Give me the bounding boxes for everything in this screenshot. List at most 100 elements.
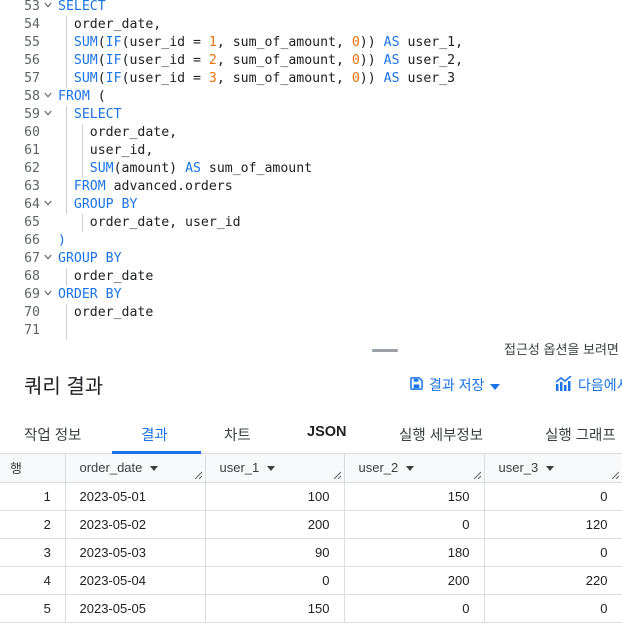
- code-line[interactable]: 70 order_date: [0, 304, 622, 322]
- chart-icon: [555, 375, 572, 394]
- table-cell[interactable]: 180: [344, 538, 485, 567]
- sql-number: 0: [351, 35, 360, 50]
- code-line[interactable]: 53 SELECT: [0, 0, 622, 16]
- column-resize-icon[interactable]: [611, 471, 619, 479]
- sql-keyword: SELECT: [73, 107, 122, 122]
- line-number: 71: [24, 323, 40, 338]
- chevron-down-icon[interactable]: [44, 200, 52, 206]
- sql-keyword: AS: [185, 161, 201, 176]
- sql-text: (user_id =: [121, 53, 209, 68]
- table-row[interactable]: 4 2023-05-04 0 200 220: [0, 566, 622, 595]
- code-line[interactable]: 64 GROUP BY: [0, 196, 622, 214]
- code-line[interactable]: 61 user_id,: [0, 142, 622, 160]
- table-row[interactable]: 2 2023-05-02 200 0 120: [0, 510, 622, 539]
- code-line[interactable]: 59 SELECT: [0, 106, 622, 124]
- table-row[interactable]: 1 2023-05-01 100 150 0: [0, 482, 622, 511]
- sort-dropdown-icon[interactable]: [150, 466, 159, 472]
- sort-dropdown-icon[interactable]: [267, 466, 276, 472]
- table-cell[interactable]: 150: [205, 594, 345, 623]
- table-cell[interactable]: 100: [205, 482, 345, 511]
- code-text: user_id,: [58, 142, 154, 160]
- code-line[interactable]: 62 SUM(amount) AS sum_of_amount: [0, 160, 622, 178]
- table-cell[interactable]: 2023-05-02: [65, 510, 206, 539]
- code-line[interactable]: 71: [0, 322, 622, 340]
- table-cell[interactable]: 2023-05-01: [65, 482, 206, 511]
- sql-text: (amount): [113, 161, 186, 176]
- table-cell[interactable]: 0: [344, 510, 485, 539]
- table-row[interactable]: 5 2023-05-05 150 0 0: [0, 594, 622, 623]
- code-line[interactable]: 67 GROUP BY: [0, 250, 622, 268]
- column-resize-icon[interactable]: [473, 471, 481, 479]
- sort-dropdown-icon[interactable]: [406, 466, 415, 472]
- sql-text: order_date, user_id: [58, 215, 241, 230]
- table-cell[interactable]: 2023-05-03: [65, 538, 206, 567]
- sql-keyword: AS: [383, 35, 400, 50]
- save-results-button[interactable]: 결과 저장: [410, 374, 501, 396]
- table-cell[interactable]: 150: [344, 482, 485, 511]
- code-line[interactable]: 68 order_date: [0, 268, 622, 286]
- table-cell[interactable]: 200: [344, 566, 485, 595]
- column-resize-icon[interactable]: [194, 471, 202, 479]
- table-cell[interactable]: 0: [344, 594, 485, 623]
- column-header-user-3[interactable]: user_3: [484, 454, 622, 483]
- code-line[interactable]: 58 FROM (: [0, 88, 622, 106]
- chevron-down-icon[interactable]: [44, 92, 52, 98]
- column-header-user-2[interactable]: user_2: [344, 454, 485, 483]
- code-line[interactable]: 54 order_date,: [0, 16, 622, 34]
- code-text: order_date: [58, 268, 153, 286]
- table-cell[interactable]: 2023-05-04: [65, 566, 206, 595]
- sql-number: 0: [351, 71, 360, 86]
- code-line[interactable]: 65 order_date, user_id: [0, 214, 622, 232]
- code-text: GROUP BY: [58, 250, 122, 268]
- code-text: SUM(IF(user_id = 2, sum_of_amount, 0)) A…: [58, 52, 463, 70]
- sql-text: user_1,: [399, 35, 464, 50]
- code-text: order_date, user_id: [58, 214, 241, 232]
- code-line[interactable]: 63 FROM advanced.orders: [0, 178, 622, 196]
- code-line[interactable]: 56 SUM(IF(user_id = 2, sum_of_amount, 0)…: [0, 52, 622, 70]
- tab-json[interactable]: JSON: [307, 424, 347, 440]
- sort-dropdown-icon[interactable]: [546, 466, 555, 472]
- line-number: 61: [24, 143, 40, 158]
- column-header-order-date[interactable]: order_date: [65, 454, 206, 483]
- explore-label: 다음에서: [578, 377, 622, 393]
- table-cell[interactable]: 90: [205, 538, 345, 567]
- column-resize-icon[interactable]: [333, 471, 341, 479]
- chevron-down-icon[interactable]: [44, 110, 52, 116]
- tab-chart[interactable]: 차트: [224, 424, 251, 445]
- sql-editor[interactable]: 53 SELECT 54 order_date, 55 SUM(IF(user_id …: [0, 0, 622, 344]
- line-number: 57: [24, 71, 40, 86]
- code-line[interactable]: 57 SUM(IF(user_id = 3, sum_of_amount, 0)…: [0, 70, 622, 88]
- sql-text: (: [97, 35, 106, 50]
- code-text: SELECT: [58, 106, 122, 124]
- line-number: 54: [24, 17, 40, 32]
- table-cell[interactable]: 2023-05-05: [65, 594, 206, 623]
- code-text: GROUP BY: [58, 196, 138, 214]
- code-line[interactable]: 69 ORDER BY: [0, 286, 622, 304]
- tab-execution-details[interactable]: 실행 세부정보: [399, 424, 483, 445]
- code-line[interactable]: 60 order_date,: [0, 124, 622, 142]
- column-header-user-1[interactable]: user_1: [205, 454, 345, 483]
- sql-keyword: IF: [105, 71, 122, 86]
- chevron-down-icon[interactable]: [44, 290, 52, 296]
- tab-execution-graph[interactable]: 실행 그래프: [545, 424, 616, 445]
- drag-handle-icon[interactable]: [372, 349, 398, 352]
- code-line[interactable]: 55 SUM(IF(user_id = 1, sum_of_amount, 0)…: [0, 34, 622, 52]
- table-cell[interactable]: 0: [484, 594, 622, 623]
- sql-number: 3: [208, 71, 217, 86]
- chevron-down-icon[interactable]: [44, 2, 52, 8]
- explore-button[interactable]: 다음에서: [555, 374, 622, 396]
- code-line[interactable]: 66): [0, 232, 622, 250]
- sql-number: 1: [208, 35, 217, 50]
- table-cell[interactable]: 0: [484, 538, 622, 567]
- table-cell[interactable]: 0: [484, 482, 622, 511]
- table-cell[interactable]: 0: [205, 566, 345, 595]
- indent-guide: [66, 268, 67, 286]
- tab-job-info[interactable]: 작업 정보: [24, 424, 81, 445]
- chevron-down-icon[interactable]: [44, 254, 52, 260]
- table-cell[interactable]: 120: [484, 510, 622, 539]
- tab-results[interactable]: 결과: [141, 424, 168, 445]
- table-cell[interactable]: 200: [205, 510, 345, 539]
- table-row[interactable]: 3 2023-05-03 90 180 0: [0, 538, 622, 567]
- sql-keyword: SELECT: [58, 0, 106, 14]
- table-cell[interactable]: 220: [484, 566, 622, 595]
